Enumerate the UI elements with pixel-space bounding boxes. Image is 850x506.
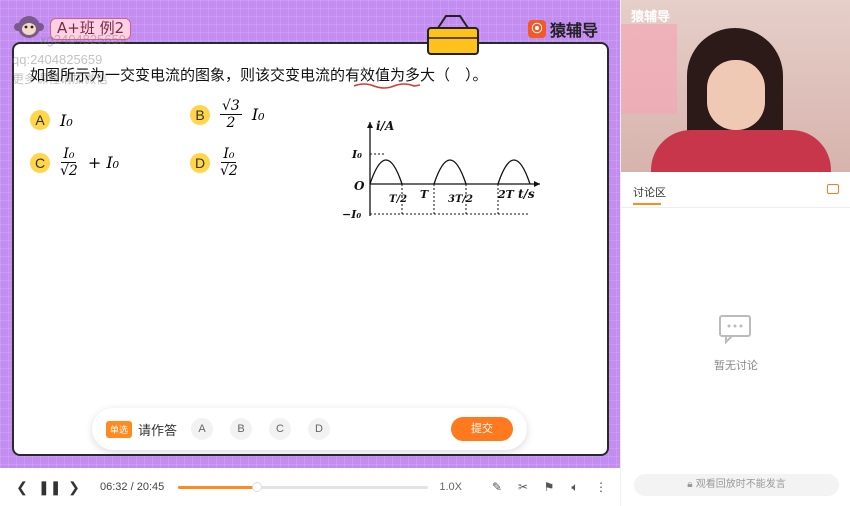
next-icon[interactable]: ❯ [64, 479, 84, 496]
option-fraction: I₀ √2 [60, 146, 78, 179]
pause-icon[interactable]: ❚❚ [38, 479, 61, 496]
answer-choice-a[interactable]: A [191, 418, 214, 440]
answer-choice-b[interactable]: B [230, 418, 253, 440]
brand-icon: ⦿ [528, 20, 546, 38]
notice-text: 观看回放时不能发言 [695, 479, 786, 490]
graph-top-tick: I₀ [351, 148, 362, 161]
fraction-numerator: √3 [220, 98, 242, 115]
graph-x-tick: 3T/2 [448, 194, 473, 205]
teacher-video: 猿辅导 [621, 0, 850, 172]
annotate-icon[interactable]: ✎ [490, 480, 504, 494]
video-brand: 猿辅导 [631, 10, 671, 25]
answer-choice-d[interactable]: D [308, 418, 331, 440]
fraction-numerator: I₀ [221, 146, 237, 163]
graph-x-label: t/s [518, 187, 535, 201]
fraction-denominator: √2 [220, 163, 238, 179]
volume-icon[interactable]: 🔈︎ [568, 480, 582, 494]
tab-discussion[interactable]: 讨论区 [633, 184, 666, 200]
flag-icon[interactable]: ⚑ [542, 480, 556, 494]
whiteboard: A+班 例2 xg2404825659 qq:2404825659 更多课程请加… [0, 0, 620, 468]
option-badge: B [190, 104, 210, 125]
waveform-graph: i/A t/s O I₀ −I₀ T/2 T 3T/2 2T [342, 119, 540, 221]
option-d[interactable]: D I₀ √2 [190, 146, 238, 179]
option-c[interactable]: C I₀ √2 + I₀ [30, 146, 119, 179]
watermark-text: xg2404825659 [40, 32, 127, 47]
option-b[interactable]: B √3 2 I₀ [190, 98, 265, 131]
tab-indicator [633, 203, 661, 205]
scissors-icon[interactable]: ✂ [516, 480, 530, 494]
empty-discussion-text: 暂无讨论 [714, 359, 758, 372]
brand-name: 猿辅导 [550, 21, 599, 40]
answer-bar: 单选 请作答 A B C D 提交 [92, 408, 527, 450]
option-badge: D [190, 152, 210, 173]
fraction-numerator: I₀ [61, 146, 77, 163]
handwritten-underline [353, 83, 421, 89]
app-root: A+班 例2 xg2404825659 qq:2404825659 更多课程请加… [0, 0, 850, 506]
option-badge: A [30, 110, 50, 130]
fraction-denominator: √2 [60, 163, 78, 179]
graph-x-tick: T/2 [389, 194, 407, 205]
empty-chat-icon [719, 315, 751, 344]
option-text: + I₀ [87, 153, 120, 172]
progress-slider[interactable] [178, 481, 429, 492]
timecode: 06:32 / 20:45 [100, 481, 164, 493]
speed-button[interactable]: 1.0X [439, 481, 462, 493]
graph-x-tick: T [420, 188, 429, 201]
lock-icon: 🔒︎ [687, 479, 693, 490]
chat-settings-icon[interactable] [827, 184, 839, 194]
option-text: I₀ [251, 105, 265, 124]
answer-prompt: 请作答 [138, 423, 178, 439]
no-chat-notice: 🔒︎ 观看回放时不能发言 [634, 474, 839, 496]
total-time: 20:45 [136, 481, 165, 493]
option-a[interactable]: A I₀ [30, 110, 73, 130]
graph-x-tick: 2T [497, 188, 515, 201]
graph-bottom-tick: −I₀ [342, 208, 361, 221]
answer-choice-c[interactable]: C [269, 418, 292, 440]
fraction-denominator: 2 [226, 115, 236, 131]
graph-origin: O [354, 179, 365, 193]
previous-icon[interactable]: ❮ [12, 479, 32, 496]
more-icon[interactable]: ⋮ [594, 480, 608, 494]
binder-clip-icon [427, 15, 479, 55]
current-time: 06:32 [100, 481, 128, 493]
option-badge: C [30, 152, 50, 173]
playback-bar: ❮ ❚❚ ❯ 06:32 / 20:45 1.0X ✎ ✂ ⚑ 🔈︎ ⋮ [0, 468, 620, 506]
single-choice-tag: 单选 [106, 420, 133, 438]
submit-button[interactable]: 提交 [451, 417, 513, 441]
time-separator: / [130, 481, 134, 493]
brand-logo: ⦿ 猿辅导 [528, 17, 598, 41]
right-panel: 猿辅导 讨论区 暂无讨论 🔒︎ 观看回放时不能发言 [620, 0, 850, 506]
progress-knob[interactable] [252, 481, 262, 492]
option-fraction: I₀ √2 [220, 146, 238, 179]
graph-y-label: i/A [376, 119, 394, 133]
discussion-header: 讨论区 [621, 172, 850, 208]
question-sheet [12, 42, 609, 456]
option-fraction: √3 2 [220, 98, 242, 131]
option-text: I₀ [60, 110, 73, 130]
progress-fill [178, 485, 257, 489]
